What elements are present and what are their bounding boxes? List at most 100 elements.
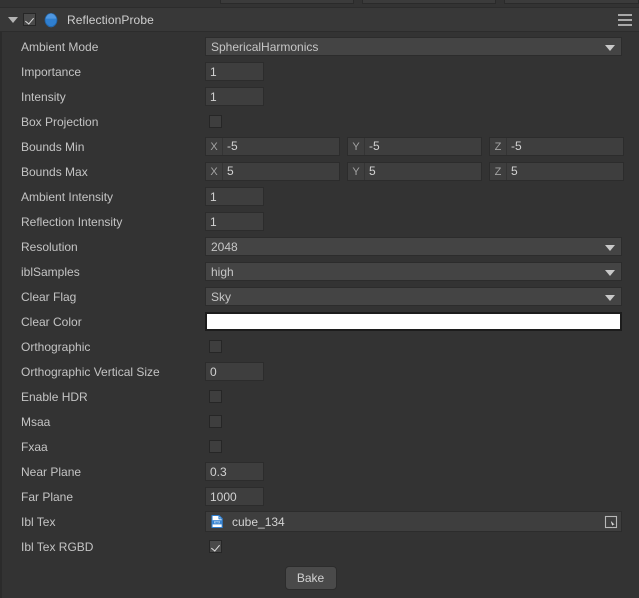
- importance-input[interactable]: 1: [205, 62, 264, 81]
- label-ambient-mode: Ambient Mode: [2, 40, 205, 54]
- bounds-max-x[interactable]: X 5: [205, 162, 340, 181]
- label-ibl-tex: Ibl Tex: [2, 515, 205, 529]
- reflection-intensity-input[interactable]: 1: [205, 212, 264, 231]
- row-orthographic-vertical-size: Orthographic Vertical Size 0: [2, 359, 639, 384]
- label-orthographic-vertical-size: Orthographic Vertical Size: [2, 365, 205, 379]
- clear-color-swatch[interactable]: [205, 312, 622, 331]
- far-plane-input[interactable]: 1000: [205, 487, 264, 506]
- previous-row-sliver: [0, 0, 639, 7]
- sliver-field-y: [362, 0, 496, 4]
- chevron-down-icon: [605, 45, 615, 51]
- label-resolution: Resolution: [2, 240, 205, 254]
- label-far-plane: Far Plane: [2, 490, 205, 504]
- clear-flag-dropdown[interactable]: Sky: [205, 287, 622, 306]
- label-clear-flag: Clear Flag: [2, 290, 205, 304]
- label-bounds-min: Bounds Min: [2, 140, 205, 154]
- ibl-samples-value: high: [211, 265, 234, 279]
- bounds-max-z-value: 5: [506, 163, 623, 180]
- axis-label-z: Z: [490, 166, 506, 178]
- chevron-down-icon: [605, 295, 615, 301]
- row-reflection-intensity: Reflection Intensity 1: [2, 209, 639, 234]
- row-msaa: Msaa: [2, 409, 639, 434]
- intensity-input[interactable]: 1: [205, 87, 264, 106]
- bounds-max-z[interactable]: Z 5: [489, 162, 624, 181]
- label-ibl-tex-rgbd: Ibl Tex RGBD: [2, 540, 205, 554]
- bounds-max-x-value: 5: [222, 163, 339, 180]
- orthographic-vertical-size-input[interactable]: 0: [205, 362, 264, 381]
- row-ambient-intensity: Ambient Intensity 1: [2, 184, 639, 209]
- row-clear-flag: Clear Flag Sky: [2, 284, 639, 309]
- axis-label-y: Y: [348, 141, 364, 153]
- clear-flag-value: Sky: [211, 290, 231, 304]
- label-msaa: Msaa: [2, 415, 205, 429]
- row-fxaa: Fxaa: [2, 434, 639, 459]
- row-ambient-mode: Ambient Mode SphericalHarmonics: [2, 34, 639, 59]
- label-reflection-intensity: Reflection Intensity: [2, 215, 205, 229]
- chevron-down-icon: [8, 17, 18, 23]
- component-header[interactable]: ReflectionProbe: [0, 7, 639, 32]
- component-enabled-checkbox[interactable]: [23, 13, 36, 26]
- ambient-intensity-value: 1: [210, 190, 217, 204]
- row-bounds-max: Bounds Max X 5 Y 5 Z 5: [2, 159, 639, 184]
- sliver-field-z: [504, 0, 639, 4]
- chevron-down-icon: [605, 270, 615, 276]
- msaa-checkbox[interactable]: [209, 415, 222, 428]
- axis-label-x: X: [206, 166, 222, 178]
- bounds-min-y-value: -5: [364, 138, 481, 155]
- enable-hdr-checkbox[interactable]: [209, 390, 222, 403]
- label-near-plane: Near Plane: [2, 465, 205, 479]
- label-ambient-intensity: Ambient Intensity: [2, 190, 205, 204]
- row-resolution: Resolution 2048: [2, 234, 639, 259]
- locate-asset-icon[interactable]: [604, 515, 618, 529]
- bounds-min-z[interactable]: Z -5: [489, 137, 624, 156]
- bounds-max-y[interactable]: Y 5: [347, 162, 482, 181]
- component-title: ReflectionProbe: [67, 13, 154, 27]
- label-fxaa: Fxaa: [2, 440, 205, 454]
- row-bounds-min: Bounds Min X -5 Y -5 Z -5: [2, 134, 639, 159]
- reflection-intensity-value: 1: [210, 215, 217, 229]
- axis-label-y: Y: [348, 166, 364, 178]
- near-plane-value: 0.3: [210, 465, 227, 479]
- chevron-down-icon: [605, 245, 615, 251]
- row-ibl-tex-rgbd: Ibl Tex RGBD: [2, 534, 639, 559]
- row-enable-hdr: Enable HDR: [2, 384, 639, 409]
- bounds-max-y-value: 5: [364, 163, 481, 180]
- row-near-plane: Near Plane 0.3: [2, 459, 639, 484]
- ibl-samples-dropdown[interactable]: high: [205, 262, 622, 281]
- hamburger-menu-icon[interactable]: [618, 13, 632, 27]
- far-plane-value: 1000: [210, 490, 237, 504]
- ambient-intensity-input[interactable]: 1: [205, 187, 264, 206]
- property-list: Ambient Mode SphericalHarmonics Importan…: [0, 32, 639, 598]
- bake-button[interactable]: Bake: [285, 566, 337, 590]
- label-enable-hdr: Enable HDR: [2, 390, 205, 404]
- label-ibl-samples: iblSamples: [2, 265, 205, 279]
- ambient-mode-value: SphericalHarmonics: [211, 40, 318, 54]
- foldout-toggle[interactable]: [4, 8, 22, 32]
- box-projection-checkbox[interactable]: [209, 115, 222, 128]
- ambient-mode-dropdown[interactable]: SphericalHarmonics: [205, 37, 622, 56]
- label-intensity: Intensity: [2, 90, 205, 104]
- resolution-dropdown[interactable]: 2048: [205, 237, 622, 256]
- importance-value: 1: [210, 65, 217, 79]
- row-ibl-samples: iblSamples high: [2, 259, 639, 284]
- ibl-tex-asset-field[interactable]: KTX cube_134: [205, 511, 622, 532]
- bounds-min-vector3: X -5 Y -5 Z -5: [205, 137, 624, 156]
- label-clear-color: Clear Color: [2, 315, 205, 329]
- row-far-plane: Far Plane 1000: [2, 484, 639, 509]
- ibl-tex-rgbd-checkbox[interactable]: [209, 540, 222, 553]
- row-clear-color: Clear Color: [2, 309, 639, 334]
- axis-label-z: Z: [490, 141, 506, 153]
- orthographic-vertical-size-value: 0: [210, 365, 217, 379]
- bounds-max-vector3: X 5 Y 5 Z 5: [205, 162, 624, 181]
- bake-action-area: Bake: [2, 559, 639, 597]
- near-plane-input[interactable]: 0.3: [205, 462, 264, 481]
- orthographic-checkbox[interactable]: [209, 340, 222, 353]
- row-intensity: Intensity 1: [2, 84, 639, 109]
- sliver-field-x: [220, 0, 354, 4]
- resolution-value: 2048: [211, 240, 238, 254]
- reflection-probe-sphere-icon: [43, 12, 59, 28]
- fxaa-checkbox[interactable]: [209, 440, 222, 453]
- label-box-projection: Box Projection: [2, 115, 205, 129]
- bounds-min-x[interactable]: X -5: [205, 137, 340, 156]
- bounds-min-y[interactable]: Y -5: [347, 137, 482, 156]
